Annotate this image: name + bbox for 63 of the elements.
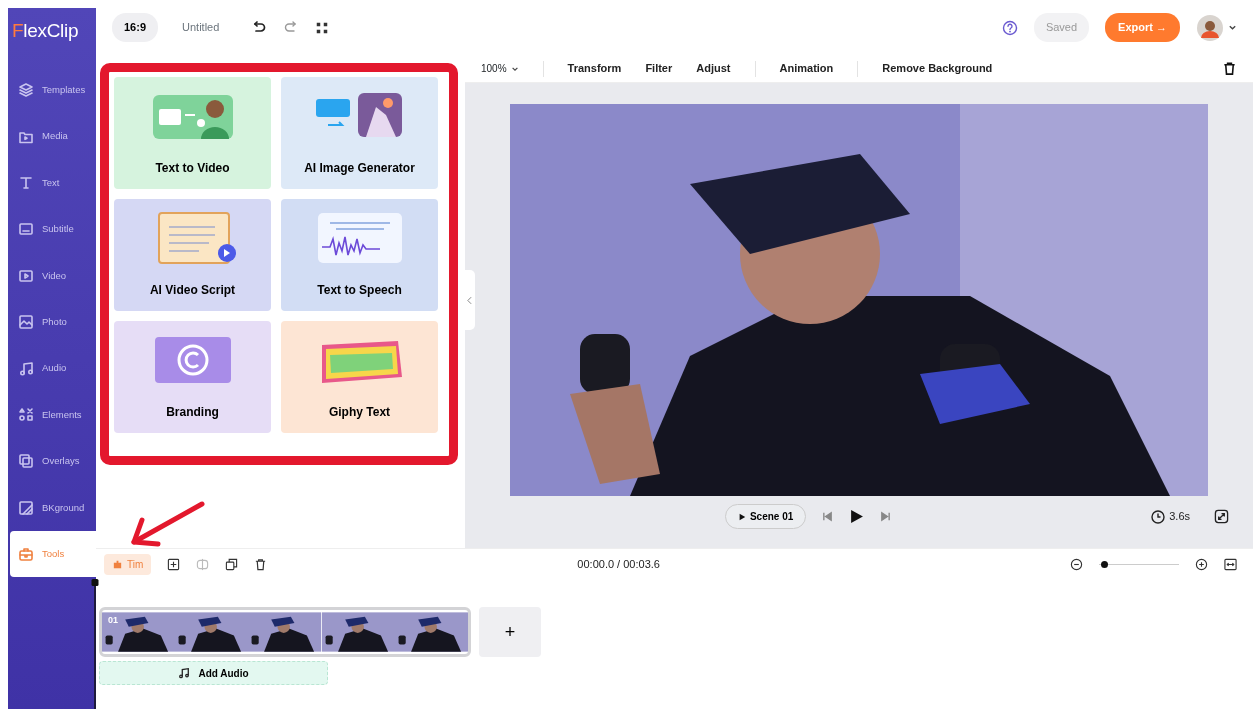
aspect-ratio-button[interactable]: 16:9 [112, 13, 159, 42]
tool-card[interactable]: Giphy Text [281, 321, 438, 433]
music-note-icon [18, 360, 34, 377]
project-title[interactable]: Untitled [182, 19, 220, 36]
skip-forward-icon[interactable] [880, 511, 892, 522]
toolbar-item[interactable]: Remove Background [882, 60, 993, 77]
layers-icon [18, 82, 34, 99]
sidebar-item[interactable]: Elements [10, 391, 96, 439]
text-icon [18, 174, 34, 191]
overlay-icon [18, 453, 34, 470]
tool-card[interactable]: Branding [114, 321, 271, 433]
scene-button[interactable]: Scene 01 [724, 504, 807, 529]
sidebar-item[interactable]: Overlays [10, 438, 96, 485]
tool-card[interactable]: Text to Video [114, 77, 271, 189]
sidebar-item[interactable]: Text [10, 159, 96, 207]
tool-card[interactable]: AI Image Generator [281, 77, 438, 189]
sidebar-item[interactable]: BKground [10, 484, 96, 531]
trash-icon[interactable] [1222, 61, 1237, 76]
time-readout: 00:00.0 / 00:03.6 [577, 557, 660, 570]
subtitle-icon [18, 221, 34, 238]
sidebar-item[interactable]: Video [10, 252, 96, 299]
add-scene-button[interactable]: + [479, 607, 541, 657]
zoom-out-icon[interactable] [1070, 557, 1083, 571]
background-icon [18, 499, 34, 516]
add-audio-button[interactable]: Add Audio [99, 661, 328, 685]
duration-label: 3.6s [1169, 509, 1190, 525]
tool-card[interactable]: AI Video Script [114, 199, 271, 311]
chevron-left-icon [467, 295, 472, 305]
play-icon[interactable] [849, 509, 865, 524]
collapse-handle[interactable] [464, 270, 475, 330]
playhead[interactable] [91, 579, 99, 709]
toolbar-item[interactable]: Filter [645, 60, 673, 77]
avatar[interactable] [1196, 13, 1224, 42]
zoom-slider-thumb[interactable] [1100, 560, 1108, 568]
sidebar-item[interactable]: Templates [10, 67, 96, 114]
duplicate-icon[interactable] [225, 557, 239, 571]
trash-icon[interactable] [254, 557, 268, 571]
zoom-in-icon[interactable] [1195, 557, 1208, 571]
sidebar-item[interactable]: Media [10, 113, 96, 160]
toolbar-item[interactable]: Adjust [696, 60, 731, 77]
music-note-icon [178, 667, 191, 679]
video-icon [18, 267, 34, 284]
clock-icon [1151, 509, 1166, 524]
logo: FlexClip [11, 18, 80, 43]
tool-card[interactable]: Text to Speech [281, 199, 438, 311]
toolbar-item[interactable]: Animation [779, 60, 834, 77]
help-icon[interactable] [1001, 19, 1018, 36]
toolbox-icon [18, 546, 34, 563]
shapes-icon [18, 406, 34, 423]
sidebar-item[interactable]: Photo [10, 298, 96, 346]
add-scene-icon[interactable] [167, 557, 181, 571]
skip-back-icon[interactable] [822, 511, 834, 522]
expand-icon[interactable] [1214, 509, 1229, 524]
fullscreen-icon[interactable] [315, 20, 330, 35]
clip-number: 01 [108, 614, 118, 627]
sidebar-item[interactable]: Audio [10, 345, 96, 392]
play-icon [737, 512, 746, 521]
chevron-down-icon[interactable] [1228, 23, 1237, 32]
photo-icon [18, 314, 34, 331]
fit-width-icon[interactable] [1224, 557, 1237, 571]
zoom-dropdown[interactable]: 100% [481, 61, 519, 76]
toolbar-item[interactable]: Transform [567, 60, 622, 77]
sidebar-item[interactable]: Subtitle [10, 206, 96, 253]
